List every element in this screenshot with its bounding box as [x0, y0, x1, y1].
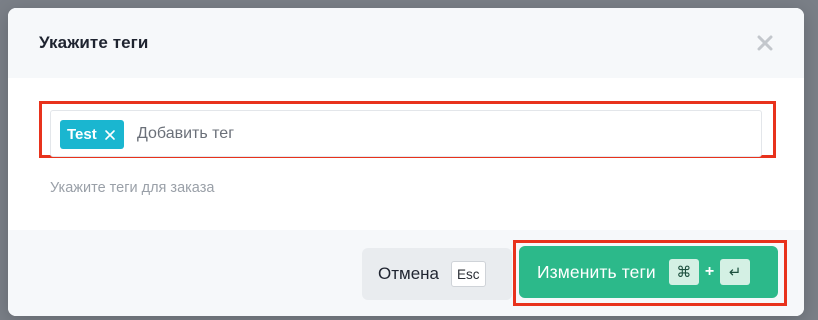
tag-chip-label: Test	[67, 126, 97, 143]
tags-dialog: Укажите теги Test Укажите теги для за	[8, 8, 804, 316]
cancel-label: Отмена	[378, 264, 439, 283]
shortcut-plus: +	[704, 263, 715, 280]
dialog-title: Укажите теги	[39, 33, 149, 52]
dialog-footer: Отмена Esc Изменить теги ⌘ + ↵	[8, 230, 804, 316]
tag-remove-icon[interactable]	[104, 129, 116, 141]
close-icon	[754, 32, 776, 54]
dialog-header: Укажите теги	[8, 8, 804, 78]
esc-shortcut-key: Esc	[451, 261, 486, 287]
command-key-icon: ⌘	[668, 259, 699, 285]
dialog-body: Test	[8, 78, 804, 230]
tag-chip: Test	[60, 120, 124, 149]
submit-button[interactable]: Изменить теги ⌘ + ↵	[519, 246, 778, 298]
submit-label: Изменить теги	[537, 261, 656, 282]
helper-text: Укажите теги для заказа	[50, 180, 215, 196]
close-button[interactable]	[754, 32, 776, 54]
submit-shortcut: ⌘ + ↵	[668, 259, 751, 285]
cancel-button[interactable]: Отмена Esc	[362, 248, 512, 300]
enter-key-icon: ↵	[720, 259, 751, 285]
tag-input-field[interactable]: Test	[50, 110, 762, 157]
add-tag-input[interactable]	[137, 111, 737, 156]
